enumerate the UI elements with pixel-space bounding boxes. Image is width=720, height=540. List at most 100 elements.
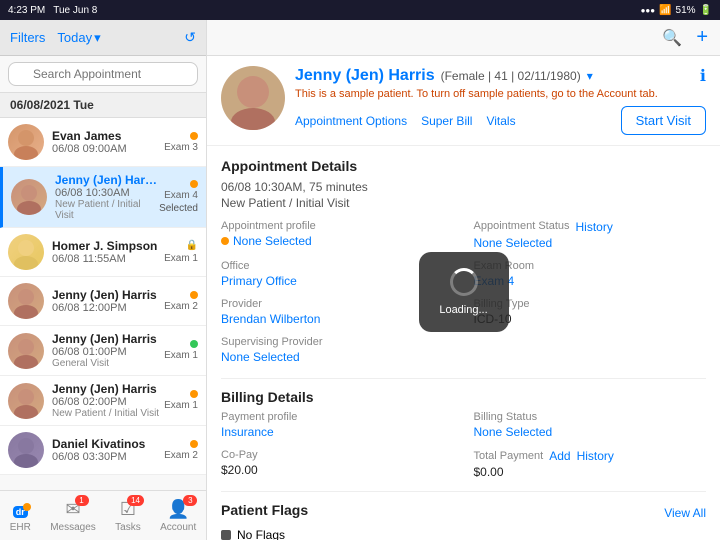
ehr-label: EHR <box>10 522 31 533</box>
status-bar: 4:23 PM Tue Jun 8 ●●● 📶 51% 🔋 <box>0 0 720 20</box>
bottom-nav: dr EHR ✉ 1 Messages ☑ 14 Tasks <box>0 490 206 540</box>
flag-color-dot <box>221 530 231 540</box>
content-scroll: Appointment Details 06/08 10:30AM, 75 mi… <box>207 146 720 540</box>
list-item[interactable]: Jenny (Jen) Harris 06/08 01:00PM General… <box>0 326 206 376</box>
list-item[interactable]: Homer J. Simpson 06/08 11:55AM 🔒 Exam 1 <box>0 228 206 277</box>
list-item[interactable]: Jenny (Jen) Harris 06/08 02:00PM New Pat… <box>0 376 206 426</box>
patient-name: Jenny (Jen) Harris <box>55 173 159 187</box>
apt-time: 06/08 03:30PM <box>52 451 164 463</box>
apt-time: 06/08 02:00PM <box>52 396 164 408</box>
patient-name: Homer J. Simpson <box>52 239 164 253</box>
nav-messages[interactable]: ✉ 1 Messages <box>50 499 96 533</box>
time: 4:23 PM <box>8 5 45 16</box>
super-bill-link[interactable]: Super Bill <box>421 114 472 128</box>
vitals-link[interactable]: Vitals <box>486 114 515 128</box>
info-icon[interactable]: ℹ <box>700 66 706 86</box>
search-box: 🔍 <box>0 56 206 93</box>
app-container: Filters Today ▾ ↺ 🔍 06/08/2021 Tue <box>0 20 720 540</box>
appointment-status-label: Appointment Status History <box>474 220 707 234</box>
tasks-label: Tasks <box>115 522 141 533</box>
patient-photo <box>221 66 285 130</box>
avatar <box>8 283 44 319</box>
exam-label: Exam 4 <box>164 190 198 201</box>
flags-view-all[interactable]: View All <box>664 506 706 520</box>
exam-label: Exam 2 <box>164 301 198 312</box>
chevron-down-icon[interactable]: ▾ <box>587 69 593 83</box>
nav-account[interactable]: 👤 3 Account <box>160 499 196 533</box>
appointment-status-field: Appointment Status History None Selected <box>474 220 707 250</box>
flag-label: No Flags <box>237 528 285 540</box>
appointment-status-value[interactable]: None Selected <box>474 236 707 250</box>
status-dot <box>190 390 198 398</box>
total-payment-history-link[interactable]: History <box>577 449 614 463</box>
messages-label: Messages <box>50 522 96 533</box>
list-item[interactable]: Jenny (Jen) Harris 06/08 10:30AM New Pat… <box>0 167 206 228</box>
patient-name: Jenny (Jen) Harris <box>295 67 435 85</box>
patient-header: Jenny (Jen) Harris (Female | 41 | 02/11/… <box>207 56 720 146</box>
main-content: 🔍 + Jenny (Jen) Harris (Female | 41 | 02… <box>207 20 720 540</box>
exam-label: Exam 1 <box>164 400 198 411</box>
patient-name: Jenny (Jen) Harris <box>52 382 164 396</box>
payment-profile-field: Payment profile Insurance <box>221 411 454 439</box>
add-icon[interactable]: + <box>696 26 708 49</box>
apt-time: 06/08 09:00AM <box>52 143 164 155</box>
payment-profile-label: Payment profile <box>221 411 454 423</box>
list-item[interactable]: Daniel Kivatinos 06/08 03:30PM Exam 2 <box>0 426 206 475</box>
patient-name: Evan James <box>52 129 164 143</box>
loading-spinner <box>450 268 478 296</box>
avatar <box>11 179 47 215</box>
ehr-badge <box>23 503 31 511</box>
nav-tasks[interactable]: ☑ 14 Tasks <box>115 499 141 533</box>
copay-field: Co-Pay $20.00 <box>221 449 454 479</box>
top-bar: 🔍 + <box>207 20 720 56</box>
patient-flags-section: Patient Flags View All No Flags <box>221 502 706 540</box>
status-history-link[interactable]: History <box>576 220 613 234</box>
search-icon[interactable]: 🔍 <box>662 28 682 48</box>
apt-sub: General Visit <box>52 358 164 369</box>
total-payment-add-link[interactable]: Add <box>549 449 570 463</box>
supervising-provider-field: Supervising Provider None Selected <box>221 336 454 364</box>
list-item[interactable]: Evan James 06/08 09:00AM Exam 3 <box>0 118 206 167</box>
avatar <box>8 383 44 419</box>
appointment-profile-value[interactable]: None Selected <box>233 234 312 248</box>
account-label: Account <box>160 522 196 533</box>
patient-name: Jenny (Jen) Harris <box>52 288 164 302</box>
patient-name: Jenny (Jen) Harris <box>52 332 164 346</box>
exam-label: Exam 1 <box>164 253 198 264</box>
refresh-icon[interactable]: ↺ <box>184 29 196 46</box>
avatar <box>8 432 44 468</box>
avatar <box>8 234 44 270</box>
today-button[interactable]: Today ▾ <box>57 30 100 46</box>
total-payment-label: Total Payment Add History <box>474 449 707 463</box>
billing-status-label: Billing Status <box>474 411 707 423</box>
list-item[interactable]: Jenny (Jen) Harris 06/08 12:00PM Exam 2 <box>0 277 206 326</box>
status-right: ●●● 📶 51% 🔋 <box>641 5 712 16</box>
billing-details-title: Billing Details <box>221 389 706 405</box>
apt-sub: New Patient / Initial Visit <box>55 199 159 221</box>
wifi-icon: 📶 <box>659 5 671 16</box>
avatar <box>8 333 44 369</box>
status-dot <box>190 291 198 299</box>
avatar <box>8 124 44 160</box>
sidebar-header: Filters Today ▾ ↺ <box>0 20 206 56</box>
payment-profile-value[interactable]: Insurance <box>221 425 454 439</box>
selected-label: Selected <box>159 203 198 214</box>
exam-label: Exam 2 <box>164 450 198 461</box>
supervising-provider-value[interactable]: None Selected <box>221 350 454 364</box>
apt-details-time: 06/08 10:30AM, 75 minutes <box>221 180 706 194</box>
exam-label: Exam 3 <box>164 142 198 153</box>
copay-value: $20.00 <box>221 463 454 477</box>
appointment-options-link[interactable]: Appointment Options <box>295 114 407 128</box>
search-input[interactable] <box>8 62 198 86</box>
loading-overlay: Loading... <box>419 252 509 332</box>
start-visit-button[interactable]: Start Visit <box>621 106 706 135</box>
battery-icon: 🔋 <box>700 5 712 16</box>
total-payment-value: $0.00 <box>474 465 707 479</box>
status-dot <box>190 340 198 348</box>
nav-ehr[interactable]: dr EHR <box>10 499 31 533</box>
ehr-icon: dr <box>13 506 28 518</box>
billing-status-value[interactable]: None Selected <box>474 425 707 439</box>
filters-button[interactable]: Filters <box>10 30 45 45</box>
apt-time: 06/08 12:00PM <box>52 302 164 314</box>
account-badge: 3 <box>183 495 197 506</box>
